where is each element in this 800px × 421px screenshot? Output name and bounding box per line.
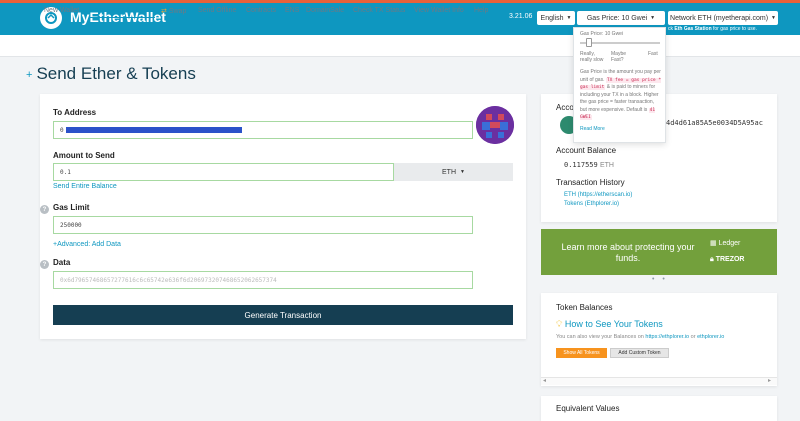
amount-value: 0.1 [60, 168, 71, 176]
gas-price-label: Gas Price: 10 Gwei [586, 14, 648, 22]
redacted-address-bar [66, 127, 242, 133]
version-label: 3.21.06 [509, 13, 533, 20]
nav-help[interactable]: Help [474, 7, 488, 14]
equivalent-values-title: Equivalent Values [556, 404, 620, 413]
gas-station-link[interactable]: Eth Gas Station [674, 26, 711, 32]
gas-limit-label: Gas Limit [53, 203, 90, 212]
nav-view-wallet[interactable]: View Wallet Info [414, 7, 464, 14]
to-address-value: 0 [60, 126, 64, 134]
token-view-hint: You can also view your Balances on https… [556, 334, 724, 340]
ethplorer-url-link[interactable]: https://ethplorer.io [645, 334, 689, 340]
token-hint-or: or [690, 334, 696, 340]
speed-label-slow: Really, really slow [580, 51, 604, 63]
nav-check-tx[interactable]: Check TX Status [353, 7, 405, 14]
chevron-down-icon: ▼ [650, 15, 656, 21]
ethplorer-link[interactable]: Tokens (Ethplorer.io) [564, 201, 619, 207]
ledger-label: Ledger [718, 240, 741, 247]
gas-limit-value: 250000 [60, 221, 82, 229]
carousel-dots[interactable]: • • [652, 276, 668, 283]
gas-limit-input[interactable]: 250000 [53, 216, 473, 234]
network-dropdown[interactable]: Network ETH (myetherapi.com) ▼ [668, 11, 778, 25]
token-hint-prefix: You can also view your Balances on [556, 334, 644, 340]
data-input[interactable]: 0x6d79657468657277616c6c65742e636f6d2069… [53, 271, 473, 289]
gas-price-dropdown[interactable]: Gas Price: 10 Gwei ▼ [577, 11, 665, 25]
account-balance-unit: ETH [599, 162, 614, 169]
gas-hint-suffix: for gas price to use. [713, 26, 757, 32]
unit-dropdown[interactable]: ETH ▼ [394, 163, 513, 181]
nav-contracts[interactable]: Contracts [246, 7, 276, 14]
help-icon[interactable]: ? [40, 205, 49, 214]
help-icon[interactable]: ? [40, 260, 49, 269]
advanced-add-data-link[interactable]: +Advanced: Add Data [53, 241, 121, 248]
nav-swap-label: Swap [168, 8, 187, 15]
unit-label: ETH [442, 168, 457, 176]
gas-price-description: Gas Price is the amount you pay per unit… [580, 69, 662, 122]
gas-slider-handle[interactable] [586, 38, 592, 47]
nav-ens[interactable]: ENS [285, 7, 299, 14]
trezor-logo[interactable]: 🔒︎ TREZOR [710, 256, 744, 264]
plus-icon: + [26, 68, 33, 81]
chevron-down-icon: ▼ [566, 15, 572, 21]
nav-send-offline[interactable]: Send Offline [198, 7, 236, 14]
page-title-text: Send Ether & Tokens [36, 64, 196, 83]
trezor-label: TREZOR [715, 256, 745, 263]
amount-label: Amount to Send [53, 151, 115, 160]
nav-send-ether[interactable]: Send Ether & Tokens [89, 7, 155, 18]
account-address-fragment: 4d4d61a85A5e0034D5A95ac [666, 119, 763, 127]
nav-swap[interactable]: ⇄ Swap [161, 7, 186, 15]
gas-hint-prefix: ck [668, 26, 673, 32]
address-identicon [476, 106, 514, 144]
scroll-left-icon[interactable]: ◂ [543, 377, 546, 384]
transaction-history-label: Transaction History [556, 178, 625, 187]
etherscan-link[interactable]: ETH (https://etherscan.io) [564, 192, 632, 198]
speed-label-maybe: Maybe Fast? [611, 51, 627, 63]
horizontal-scrollbar[interactable] [541, 377, 777, 385]
chevron-down-icon: ▼ [771, 15, 776, 21]
swap-icon: ⇄ [161, 8, 167, 15]
lock-icon: 🔒︎ [710, 256, 714, 263]
account-balance-value: 0.117559 [564, 161, 598, 169]
read-more-link[interactable]: Read More [580, 126, 605, 132]
language-label: English [540, 14, 564, 22]
gas-hint: ck Eth Gas Station for gas price to use. [668, 26, 757, 32]
promo-text: Learn more about protecting your funds. [561, 242, 695, 263]
gas-slider-track[interactable] [580, 42, 660, 44]
nav-new-wallet[interactable]: New Wallet [44, 7, 79, 14]
amount-input[interactable]: 0.1 [53, 163, 394, 181]
main-nav [0, 35, 800, 57]
send-entire-balance-link[interactable]: Send Entire Balance [53, 183, 117, 190]
how-to-see-tokens[interactable]: 💡︎ How to See Your Tokens [556, 319, 663, 330]
data-label: Data [53, 258, 71, 267]
scroll-right-icon[interactable]: ▸ [768, 377, 771, 384]
to-address-label: To Address [53, 108, 97, 117]
how-to-see-tokens-label: How to See Your Tokens [564, 319, 663, 329]
page-title: + Send Ether & Tokens [26, 64, 196, 84]
language-dropdown[interactable]: English ▼ [537, 11, 575, 25]
header-accent-strip [0, 0, 800, 3]
ledger-logo[interactable]: ▦ Ledger [710, 239, 740, 247]
ethplorer-link-2[interactable]: ethplorer.io [697, 334, 724, 340]
token-balances-title: Token Balances [556, 303, 613, 312]
popover-title: Gas Price: 10 Gwei [580, 31, 624, 37]
nav-domainsale[interactable]: DomainSale [306, 7, 344, 14]
network-label: Network ETH (myetherapi.com) [670, 14, 769, 22]
account-balance-label: Account Balance [556, 146, 617, 155]
generate-transaction-button[interactable]: Generate Transaction [53, 305, 513, 325]
ledger-icon: ▦ [710, 240, 717, 247]
chevron-down-icon: ▼ [460, 169, 465, 175]
lightbulb-icon: 💡︎ [556, 319, 563, 329]
add-custom-token-button[interactable]: Add Custom Token [610, 348, 669, 358]
speed-label-fast: Fast [648, 51, 658, 57]
show-all-tokens-button[interactable]: Show All Tokens [556, 348, 607, 358]
data-placeholder: 0x6d79657468657277616c6c65742e636f6d2069… [60, 276, 277, 284]
account-balance: 0.117559 ETH [564, 160, 614, 169]
